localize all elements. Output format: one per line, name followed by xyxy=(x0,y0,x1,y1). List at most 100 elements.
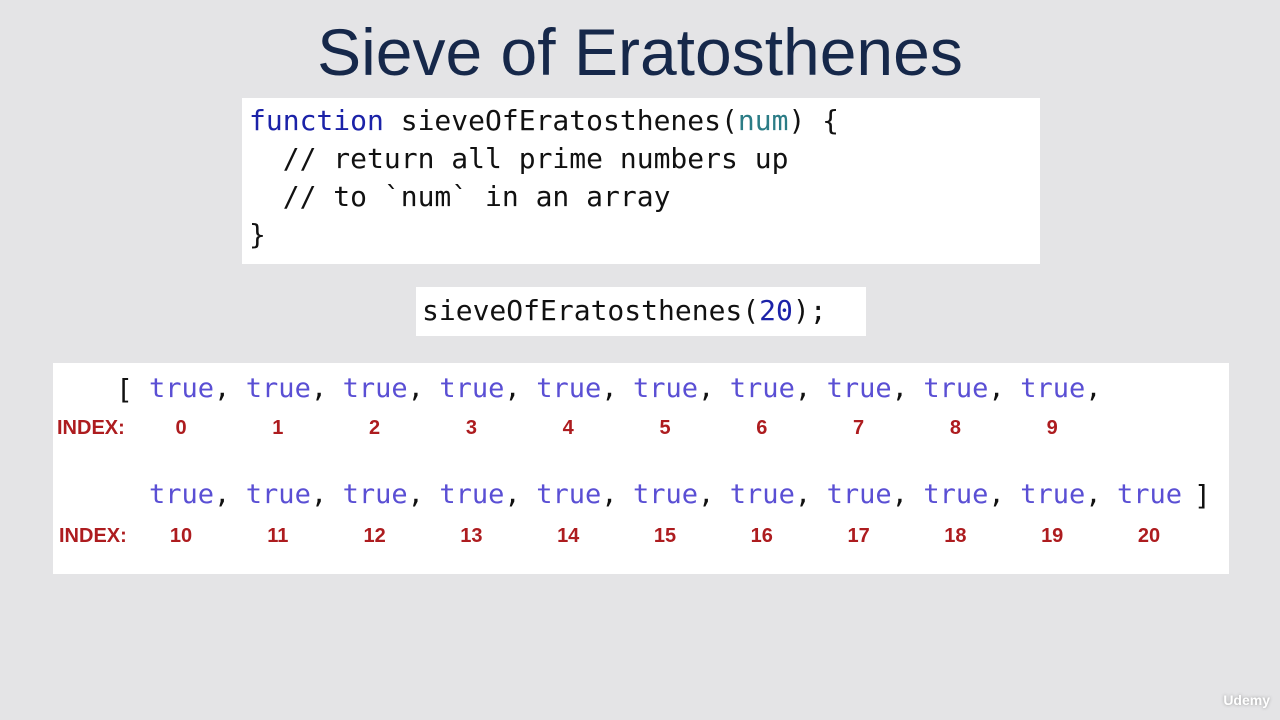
index-label-row1: INDEX: xyxy=(57,417,125,439)
comma: , xyxy=(504,479,521,510)
array-value: true, xyxy=(633,479,714,510)
array-value: true, xyxy=(536,479,617,510)
array-value: true, xyxy=(246,479,327,510)
array-index: 17 xyxy=(847,525,870,547)
value-true: true xyxy=(439,479,505,510)
function-code-block: function sieveOfEratosthenes(num) { // r… xyxy=(242,98,1040,264)
open-bracket: [ xyxy=(116,373,133,406)
array-index: 3 xyxy=(465,417,477,439)
array-value: true, xyxy=(730,479,811,510)
value-true: true xyxy=(826,479,892,510)
comma: , xyxy=(794,479,812,510)
array-index: 12 xyxy=(363,525,386,547)
value-true: true xyxy=(633,373,699,404)
value-true: true xyxy=(342,373,408,404)
value-true: true xyxy=(149,373,215,404)
value-true: true xyxy=(923,479,989,510)
value-true: true xyxy=(923,373,989,404)
array-index: 20 xyxy=(1137,525,1161,547)
comma: , xyxy=(407,479,424,510)
array-index: 1 xyxy=(272,417,284,439)
array-value: true, xyxy=(439,479,520,510)
code-line-signature: function sieveOfEratosthenes(num) { xyxy=(249,104,839,137)
array-index: 6 xyxy=(756,417,768,439)
array-index: 5 xyxy=(659,417,671,439)
comma: , xyxy=(1085,479,1102,510)
value-true: true xyxy=(1020,373,1086,404)
value-true: true xyxy=(342,479,408,510)
array-value: true, xyxy=(827,373,908,404)
array-value: true, xyxy=(246,373,327,404)
array-value: true, xyxy=(149,373,230,404)
keyword: function xyxy=(249,104,384,137)
close-bracket: ] xyxy=(1194,479,1211,512)
udemy-logo: Udemy xyxy=(1223,692,1270,708)
array-value: true, xyxy=(827,479,908,510)
comma: , xyxy=(988,479,1005,510)
array-index: 10 xyxy=(169,525,193,547)
slide-title: Sieve of Eratosthenes xyxy=(317,15,963,89)
array-value: true xyxy=(1117,479,1182,510)
array-value: true, xyxy=(439,373,520,404)
array-index: 7 xyxy=(853,417,865,439)
comma: , xyxy=(407,373,424,404)
array-index: 0 xyxy=(175,417,187,439)
code-close-brace: } xyxy=(249,218,266,251)
value-true: true xyxy=(245,479,311,510)
function-name: sieveOfEratosthenes( xyxy=(383,104,738,137)
call-prefix: sieveOfEratosthenes( xyxy=(422,294,760,327)
array-index: 9 xyxy=(1046,417,1058,439)
array-index: 18 xyxy=(944,525,967,547)
array-value: true, xyxy=(149,479,230,510)
array-index: 4 xyxy=(562,417,574,439)
value-true: true xyxy=(729,479,795,510)
value-true: true xyxy=(729,373,795,404)
comma: , xyxy=(214,479,231,510)
array-index: 8 xyxy=(949,417,961,439)
index-label-row2: INDEX: xyxy=(59,525,127,547)
array-index: 2 xyxy=(369,417,381,439)
array-block: [ INDEX: INDEX: ] true, 0 true, 1 true, 2 true… xyxy=(53,363,1229,574)
array-value: true, xyxy=(633,373,714,404)
array-index: 14 xyxy=(557,525,580,547)
array-value: true, xyxy=(343,373,424,404)
call-line: sieveOfEratosthenes(20); xyxy=(422,294,827,327)
call-suffix: ); xyxy=(792,294,827,327)
function-call-block: sieveOfEratosthenes(20); xyxy=(416,287,866,336)
code-comment-1: // return all prime numbers up xyxy=(249,142,789,175)
array-value: true, xyxy=(1020,373,1101,404)
comma: , xyxy=(310,479,328,510)
comma: , xyxy=(988,373,1005,404)
value-true: true xyxy=(245,373,311,404)
comma: , xyxy=(794,373,812,404)
array-index: 19 xyxy=(1041,525,1064,547)
comma: , xyxy=(601,373,618,404)
array-index: 15 xyxy=(653,525,677,547)
comma: , xyxy=(601,479,618,510)
call-arg: 20 xyxy=(759,294,793,327)
value-true: true xyxy=(1117,479,1183,510)
array-value: true, xyxy=(923,479,1004,510)
comma: , xyxy=(698,479,715,510)
code-comment-2: // to `num` in an array xyxy=(249,180,671,213)
param: num xyxy=(737,104,789,137)
array-value: true, xyxy=(923,373,1004,404)
value-true: true xyxy=(1020,479,1086,510)
array-value: true, xyxy=(343,479,424,510)
open-brace: ) { xyxy=(788,104,840,137)
value-true: true xyxy=(536,373,602,404)
value-true: true xyxy=(826,373,892,404)
array-value: true, xyxy=(730,373,811,404)
array-index: 16 xyxy=(750,525,773,547)
comma: , xyxy=(504,373,521,404)
array-index: 11 xyxy=(267,525,289,547)
comma: , xyxy=(310,373,328,404)
value-true: true xyxy=(536,479,602,510)
comma: , xyxy=(214,373,231,404)
comma: , xyxy=(891,373,908,404)
comma: , xyxy=(891,479,908,510)
array-value: true, xyxy=(536,373,617,404)
value-true: true xyxy=(439,373,505,404)
value-true: true xyxy=(149,479,215,510)
value-true: true xyxy=(633,479,699,510)
